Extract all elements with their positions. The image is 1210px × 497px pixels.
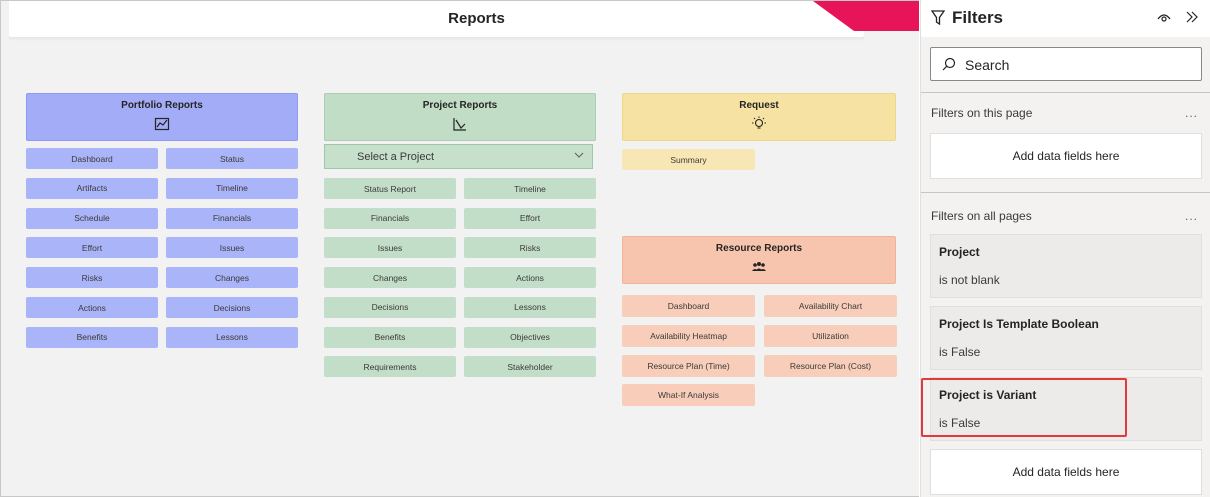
portfolio-button[interactable]: Timeline xyxy=(166,177,298,199)
request-title: Request xyxy=(739,100,779,111)
portfolio-button[interactable]: Actions xyxy=(26,297,158,318)
project-select[interactable]: Select a Project xyxy=(324,144,593,169)
more-options-page[interactable]: ... xyxy=(1185,106,1198,120)
project-button[interactable]: Requirements xyxy=(324,356,456,378)
project-button[interactable]: Issues xyxy=(324,237,456,259)
resource-button[interactable]: Resource Plan (Cost) xyxy=(764,354,897,377)
people-icon xyxy=(752,262,766,271)
resource-button[interactable]: Availability Chart xyxy=(764,295,897,317)
filters-on-all-pages-label: Filters on all pages xyxy=(931,209,1032,223)
filter-card-value: is not blank xyxy=(939,273,1000,287)
highlight-box xyxy=(921,378,1127,437)
portfolio-button[interactable]: Schedule xyxy=(26,207,158,229)
filters-header: Filters xyxy=(921,0,1210,37)
portfolio-button[interactable]: Changes xyxy=(166,267,298,289)
search-icon xyxy=(942,57,956,71)
add-data-fields-label: Add data fields here xyxy=(1012,465,1120,479)
resource-button[interactable]: Dashboard xyxy=(622,295,755,317)
resource-reports-header: Resource Reports xyxy=(622,236,896,284)
trend-chart-icon xyxy=(453,118,466,131)
request-button[interactable]: Summary xyxy=(622,149,755,170)
portfolio-button[interactable]: Dashboard xyxy=(26,148,158,169)
report-canvas: Reports Portfolio Reports Dashboard Statu… xyxy=(0,0,919,497)
more-options-all[interactable]: ... xyxy=(1185,209,1198,223)
page-title: Reports xyxy=(448,10,505,27)
filter-card-name: Project xyxy=(939,245,980,259)
project-button[interactable]: Status Report xyxy=(324,178,456,199)
resource-button[interactable]: Availability Heatmap xyxy=(622,324,755,347)
portfolio-button[interactable]: Issues xyxy=(166,237,298,259)
add-data-fields-page[interactable]: Add data fields here xyxy=(930,133,1202,179)
lightbulb-icon xyxy=(752,116,766,129)
filter-card-project[interactable]: Project is not blank xyxy=(930,234,1202,298)
portfolio-button[interactable]: Decisions xyxy=(166,297,298,318)
portfolio-button[interactable]: Effort xyxy=(26,237,158,259)
portfolio-button[interactable]: Status xyxy=(166,148,298,169)
filter-card-value: is False xyxy=(939,345,981,359)
project-button[interactable]: Actions xyxy=(464,267,596,289)
eye-icon[interactable] xyxy=(1157,11,1171,23)
project-button[interactable]: Changes xyxy=(324,267,456,289)
project-button[interactable]: Lessons xyxy=(464,296,596,318)
project-button[interactable]: Financials xyxy=(324,207,456,229)
portfolio-reports-title: Portfolio Reports xyxy=(121,100,203,111)
filter-icon xyxy=(931,10,945,26)
project-button[interactable]: Stakeholder xyxy=(464,356,596,378)
collapse-pane-icon[interactable] xyxy=(1185,10,1199,24)
chevron-down-icon xyxy=(574,152,584,158)
portfolio-button[interactable]: Risks xyxy=(26,267,158,289)
project-reports-header: Project Reports xyxy=(324,93,596,141)
project-button[interactable]: Objectives xyxy=(464,326,596,348)
portfolio-button[interactable]: Financials xyxy=(166,207,298,229)
add-data-fields-all[interactable]: Add data fields here xyxy=(930,449,1202,495)
filter-card-name: Project Is Template Boolean xyxy=(939,317,1099,331)
project-button[interactable]: Decisions xyxy=(324,296,456,318)
portfolio-button[interactable]: Benefits xyxy=(26,326,158,348)
search-placeholder: Search xyxy=(965,57,1010,73)
request-header: Request xyxy=(622,93,896,141)
portfolio-button[interactable]: Lessons xyxy=(166,326,298,348)
resource-reports-title: Resource Reports xyxy=(715,243,803,254)
line-chart-icon xyxy=(154,117,170,131)
resource-button[interactable]: What-If Analysis xyxy=(622,384,755,407)
portfolio-button[interactable]: Artifacts xyxy=(26,177,158,199)
search-input[interactable]: Search xyxy=(930,47,1202,81)
divider xyxy=(921,192,1210,193)
project-button[interactable]: Timeline xyxy=(464,178,596,199)
project-button[interactable]: Effort xyxy=(464,207,596,229)
project-reports-title: Project Reports xyxy=(422,100,498,111)
portfolio-reports-header: Portfolio Reports xyxy=(26,93,298,141)
divider xyxy=(921,92,1210,93)
resource-button[interactable]: Utilization xyxy=(764,324,897,347)
filters-title: Filters xyxy=(952,8,1004,27)
project-button[interactable]: Benefits xyxy=(324,326,456,348)
title-shadow xyxy=(9,37,864,41)
add-data-fields-label: Add data fields here xyxy=(1012,149,1120,163)
filters-on-this-page-label: Filters on this page xyxy=(931,106,1033,120)
project-button[interactable]: Risks xyxy=(464,237,596,259)
resource-button[interactable]: Resource Plan (Time) xyxy=(622,354,755,377)
project-select-value: Select a Project xyxy=(357,150,435,163)
filter-card-template-boolean[interactable]: Project Is Template Boolean is False xyxy=(930,306,1202,370)
